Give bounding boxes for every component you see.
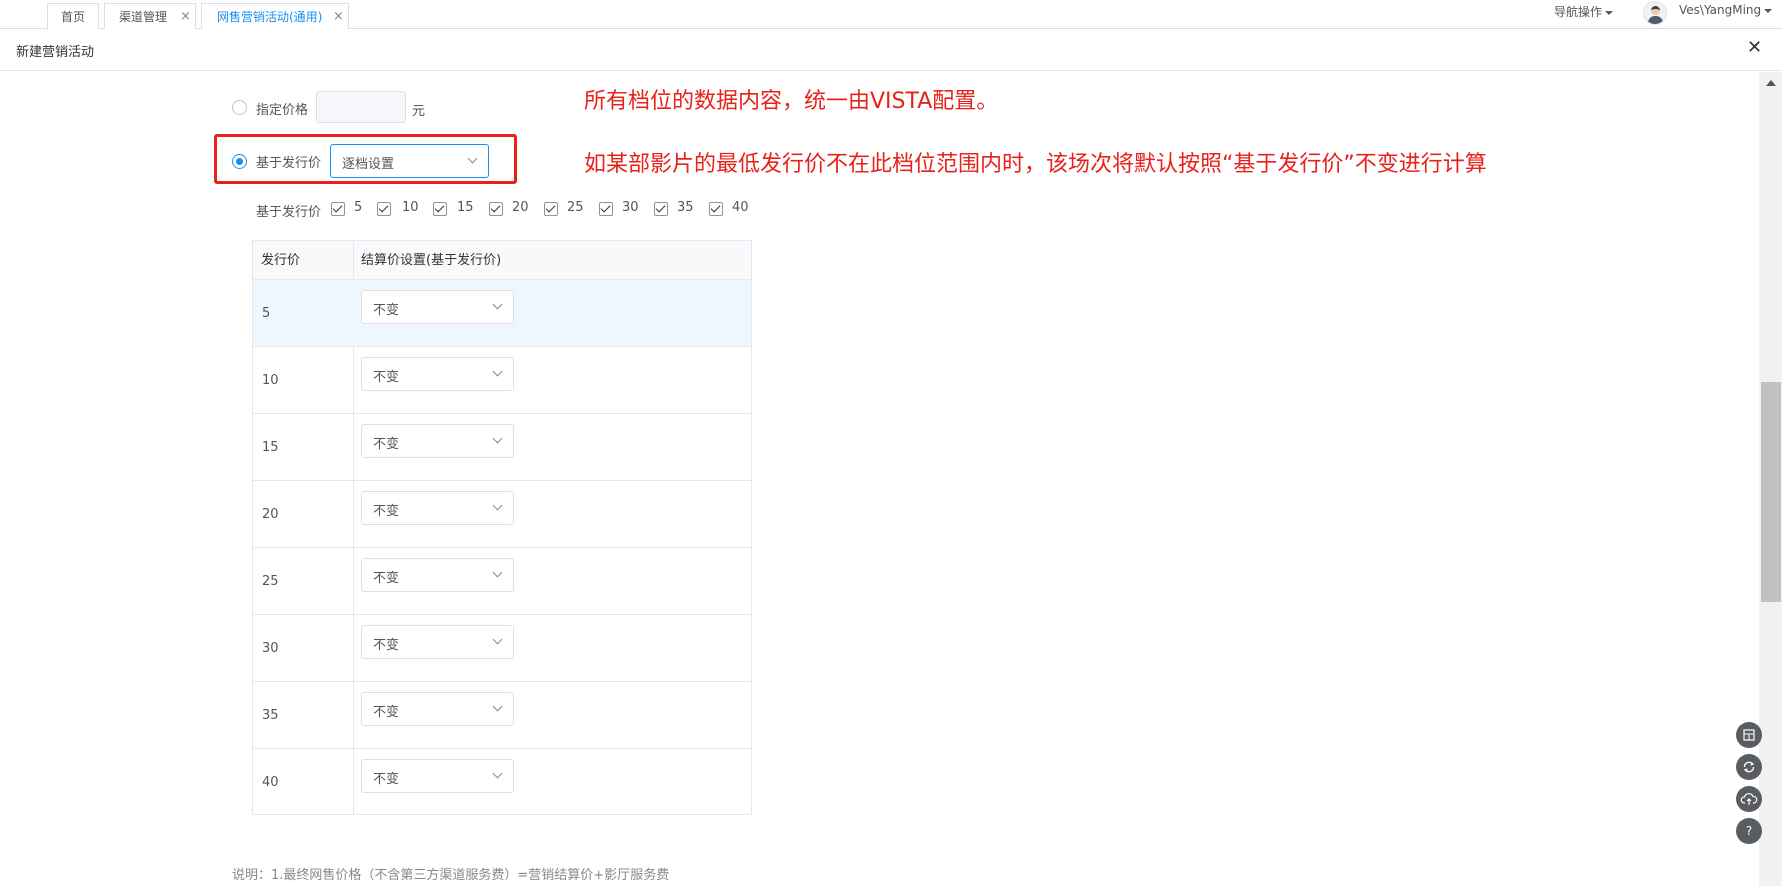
chevron-down-icon (492, 500, 503, 511)
fixed-price-input[interactable] (316, 91, 406, 123)
currency-unit-label: 元 (412, 104, 426, 119)
issue-price-cell: 40 (262, 775, 279, 790)
tab-home-label: 首页 (61, 10, 86, 24)
avatar[interactable] (1643, 1, 1667, 25)
tier-checkbox-40[interactable] (709, 202, 723, 216)
tab-channel-management[interactable]: 渠道管理 × (104, 3, 196, 29)
user-menu[interactable]: Ves\YangMing (1679, 3, 1773, 17)
chevron-down-icon (1605, 10, 1614, 15)
tier-checkbox-5[interactable] (331, 202, 345, 216)
chevron-down-icon (467, 153, 478, 164)
table-row: 25 不变 (253, 548, 751, 615)
tab-home[interactable]: 首页 (47, 3, 99, 29)
tab-channel-management-label: 渠道管理 (119, 10, 168, 24)
annotation-note-1: 所有档位的数据内容，统一由VISTA配置。 (584, 89, 999, 114)
settlement-select[interactable]: 不变 (361, 759, 514, 793)
dialog-title: 新建营销活动 (16, 45, 95, 60)
table-row: 40 不变 (253, 749, 751, 816)
issue-price-cell: 20 (262, 507, 279, 522)
cloud-upload-icon[interactable] (1736, 786, 1762, 812)
vertical-scrollbar[interactable] (1759, 72, 1782, 886)
tier-label: 15 (457, 200, 474, 215)
chevron-down-icon (492, 433, 503, 444)
settlement-select[interactable]: 不变 (361, 692, 514, 726)
help-icon[interactable]: ? (1736, 818, 1762, 844)
close-icon[interactable]: ✕ (1747, 38, 1762, 58)
column-header-issue-price: 发行价 (253, 241, 353, 280)
settlement-value: 不变 (373, 370, 400, 385)
chevron-down-icon (492, 701, 503, 712)
tier-checkbox-15[interactable] (433, 202, 447, 216)
tier-label: 30 (622, 200, 639, 215)
tier-label: 35 (677, 200, 694, 215)
settlement-value: 不变 (373, 504, 400, 519)
tier-label: 40 (732, 200, 749, 215)
settlement-value: 不变 (373, 303, 400, 318)
tier-label: 20 (512, 200, 529, 215)
tier-checkbox-10[interactable] (377, 202, 391, 216)
table-row: 15 不变 (253, 414, 751, 481)
settlement-value: 不变 (373, 437, 400, 452)
settlement-select[interactable]: 不变 (361, 558, 514, 592)
base-issue-mode-select[interactable]: 逐档设置 (330, 144, 489, 178)
chevron-down-icon (492, 366, 503, 377)
tier-label: 5 (354, 200, 363, 215)
chevron-down-icon (1764, 8, 1773, 13)
chevron-down-icon (492, 299, 503, 310)
tab-bar: 首页 渠道管理 × 网售营销活动(通用) × 导航操作 Ves\YangMing (0, 0, 1782, 29)
tab-online-marketing-label: 网售营销活动(通用) (217, 10, 323, 24)
table-row: 20 不变 (253, 481, 751, 548)
tier-label: 25 (567, 200, 584, 215)
settlement-select[interactable]: 不变 (361, 290, 514, 324)
chevron-down-icon (492, 567, 503, 578)
scrollbar-thumb[interactable] (1761, 382, 1781, 602)
fixed-price-label: 指定价格 (256, 103, 309, 118)
tier-checkbox-25[interactable] (544, 202, 558, 216)
settlement-select[interactable]: 不变 (361, 625, 514, 659)
settlement-select[interactable]: 不变 (361, 424, 514, 458)
calculator-icon[interactable] (1736, 722, 1762, 748)
tiers-label: 基于发行价 (256, 205, 322, 220)
refresh-icon[interactable] (1736, 754, 1762, 780)
tier-checkbox-35[interactable] (654, 202, 668, 216)
issue-price-cell: 30 (262, 641, 279, 656)
issue-price-cell: 15 (262, 440, 279, 455)
nav-operations-label: 导航操作 (1554, 5, 1603, 19)
dialog-header: 新建营销活动 ✕ (0, 30, 1782, 71)
settlement-value: 不变 (373, 571, 400, 586)
tab-online-marketing[interactable]: 网售营销活动(通用) × (201, 3, 349, 29)
chevron-down-icon (492, 768, 503, 779)
issue-price-cell: 35 (262, 708, 279, 723)
fixed-price-radio[interactable] (232, 100, 247, 115)
settlement-value: 不变 (373, 638, 400, 653)
base-issue-price-label: 基于发行价 (256, 156, 322, 171)
username-label: Ves\YangMing (1679, 3, 1762, 17)
tier-checkbox-30[interactable] (599, 202, 613, 216)
tier-label: 10 (402, 200, 419, 215)
issue-price-cell: 5 (262, 306, 271, 321)
settlement-value: 不变 (373, 772, 400, 787)
table-row: 35 不变 (253, 682, 751, 749)
settlement-select[interactable]: 不变 (361, 491, 514, 525)
issue-price-cell: 25 (262, 574, 279, 589)
settlement-value: 不变 (373, 705, 400, 720)
annotation-note-2: 如某部影片的最低发行价不在此档位范围内时，该场次将默认按照“基于发行价”不变进行… (584, 152, 1487, 177)
column-header-settlement: 结算价设置(基于发行价) (353, 241, 751, 280)
tier-checkbox-20[interactable] (489, 202, 503, 216)
base-issue-price-radio[interactable] (232, 154, 247, 169)
chevron-down-icon (492, 634, 503, 645)
nav-operations-menu[interactable]: 导航操作 (1554, 3, 1614, 20)
footnote: 说明：1.最终网售价格（不含第三方渠道服务费）=营销结算价+影厅服务费 (232, 868, 670, 883)
table-row: 30 不变 (253, 615, 751, 682)
close-icon[interactable]: × (180, 4, 191, 30)
table-row: 5 不变 (253, 280, 751, 347)
close-icon[interactable]: × (333, 4, 344, 30)
settlement-select[interactable]: 不变 (361, 357, 514, 391)
issue-price-cell: 10 (262, 373, 279, 388)
settlement-table: 发行价 结算价设置(基于发行价) 5 不变 10 不变 15 不变 20 不变 … (252, 240, 752, 815)
base-issue-mode-value: 逐档设置 (342, 157, 395, 172)
scroll-up-icon[interactable] (1766, 80, 1776, 86)
table-row: 10 不变 (253, 347, 751, 414)
